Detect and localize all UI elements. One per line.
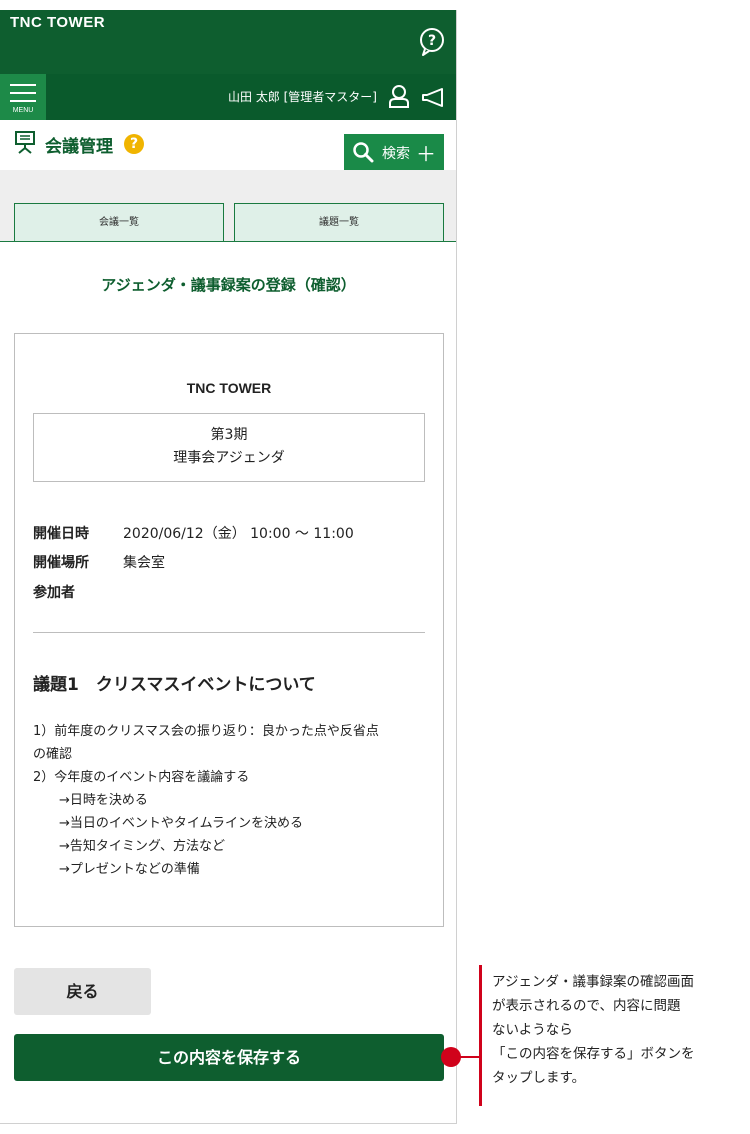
tab-topic-list[interactable]: 議題一覧 [234, 203, 444, 242]
mobile-screen: TNC TOWER ? MENU 山田 太郎 [管理者マスター] 会議管理 ? … [0, 10, 457, 1124]
page-header: 会議管理 ? 検索 ＋ [0, 120, 456, 170]
tab-meeting-list[interactable]: 会議一覧 [14, 203, 224, 242]
agenda-title: 理事会アジェンダ [173, 450, 285, 466]
svg-text:?: ? [428, 33, 436, 49]
hamburger-icon-bar [10, 92, 36, 94]
attendees-label: 参加者 [33, 585, 75, 601]
help-icon[interactable]: ? [419, 28, 445, 56]
save-button[interactable]: この内容を保存する [14, 1034, 444, 1081]
callout-line: ないようなら [492, 1022, 573, 1038]
agenda-title-box: 第3期 理事会アジェンダ [33, 413, 425, 482]
brand-logo: TNC TOWER [10, 14, 106, 31]
top-header: TNC TOWER ? [0, 10, 456, 74]
callout-annotation: アジェンダ・議事録案の確認画面 が表示されるので、内容に問題 ないようなら 「こ… [492, 970, 744, 1090]
tab-underline [0, 241, 456, 242]
topic-line: 2）今年度のイベント内容を議論する [33, 770, 250, 785]
topic-line: 1）前年度のクリスマス会の振り返り：良かった点や反省点 [33, 724, 379, 739]
presentation-board-icon [15, 131, 35, 154]
topic-line: →日時を決める [33, 793, 148, 808]
megaphone-icon[interactable] [421, 86, 445, 108]
agenda-brand: TNC TOWER [186, 380, 272, 396]
section-title: アジェンダ・議事録案の登録（確認） [101, 276, 356, 294]
menu-button[interactable]: MENU [0, 74, 46, 120]
place-value: 集会室 [123, 555, 165, 571]
user-name: 山田 太郎 [管理者マスター] [228, 90, 377, 104]
callout-connector [458, 1056, 481, 1058]
callout-line: が表示されるので、内容に問題 [492, 998, 681, 1014]
topic-line: →プレゼントなどの準備 [33, 862, 200, 877]
help-badge-icon[interactable]: ? [124, 134, 144, 154]
page-title: 会議管理 [45, 137, 113, 157]
attendees-row: 参加者 [33, 582, 123, 602]
topic-line: →当日のイベントやタイムラインを決める [33, 816, 303, 831]
topic-line: の確認 [33, 747, 73, 762]
meeting-place-row: 開催場所 集会室 [33, 552, 165, 572]
agenda-preview-card: TNC TOWER 第3期 理事会アジェンダ 開催日時 2020/06/12（金）… [14, 333, 444, 927]
search-label: 検索 [382, 146, 410, 162]
user-bar: MENU 山田 太郎 [管理者マスター] [0, 74, 456, 120]
search-button[interactable]: 検索 ＋ [344, 134, 444, 170]
divider [33, 632, 425, 633]
hamburger-icon-bar [10, 100, 36, 102]
search-icon [353, 142, 374, 163]
menu-label: MENU [12, 107, 34, 114]
topic-title: 議題1 クリスマスイベントについて [33, 675, 316, 695]
callout-line: 「この内容を保存する」ボタンを [492, 1046, 695, 1062]
user-icon[interactable] [388, 84, 410, 108]
tab-bar: 会議一覧 議題一覧 [0, 170, 456, 242]
hamburger-icon [10, 84, 36, 86]
date-value: 2020/06/12（金） 10:00 ～ 11:00 [123, 526, 354, 542]
plus-icon: ＋ [416, 142, 436, 166]
callout-line: アジェンダ・議事録案の確認画面 [492, 974, 694, 990]
date-label: 開催日時 [33, 526, 89, 542]
back-button[interactable]: 戻る [14, 968, 151, 1015]
meeting-date-row: 開催日時 2020/06/12（金） 10:00 ～ 11:00 [33, 523, 354, 543]
topic-line: →告知タイミング、方法など [33, 839, 225, 854]
place-label: 開催場所 [33, 555, 89, 571]
callout-bracket [479, 965, 482, 1106]
callout-line: タップします。 [492, 1070, 586, 1086]
agenda-term: 第3期 [210, 427, 248, 443]
